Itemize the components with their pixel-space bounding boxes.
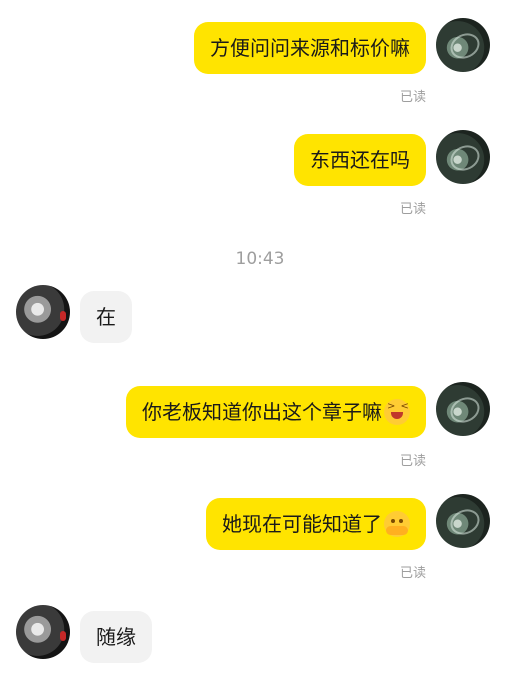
read-receipt: 已读	[399, 202, 426, 217]
received-message-bubble[interactable]: 在	[80, 291, 132, 343]
message-text: 在	[96, 305, 116, 329]
my-avatar[interactable]	[436, 18, 490, 72]
message-text: 你老板知道你出这个章子嘛	[142, 400, 382, 424]
message-text: 方便问问来源和标价嘛	[210, 36, 410, 60]
hugging-emoji-icon	[384, 510, 410, 537]
contact-avatar[interactable]	[16, 285, 70, 339]
read-receipt: 已读	[399, 566, 426, 581]
read-receipt: 已读	[399, 454, 426, 469]
grinning-squint-emoji-icon	[384, 398, 410, 425]
message-text: 她现在可能知道了	[222, 512, 382, 536]
sent-message-bubble[interactable]: 方便问问来源和标价嘛	[194, 22, 426, 74]
sent-message-bubble[interactable]: 东西还在吗	[294, 134, 426, 186]
my-avatar[interactable]	[436, 382, 490, 436]
sent-message-bubble[interactable]: 她现在可能知道了	[206, 498, 426, 550]
received-message-bubble[interactable]: 随缘	[80, 611, 152, 663]
read-receipt: 已读	[399, 90, 426, 105]
timestamp: 10:43	[235, 249, 285, 269]
my-avatar[interactable]	[436, 494, 490, 548]
message-text: 东西还在吗	[310, 148, 410, 172]
my-avatar[interactable]	[436, 130, 490, 184]
contact-avatar[interactable]	[16, 605, 70, 659]
sent-message-bubble[interactable]: 你老板知道你出这个章子嘛	[126, 386, 426, 438]
message-text: 随缘	[96, 625, 136, 649]
